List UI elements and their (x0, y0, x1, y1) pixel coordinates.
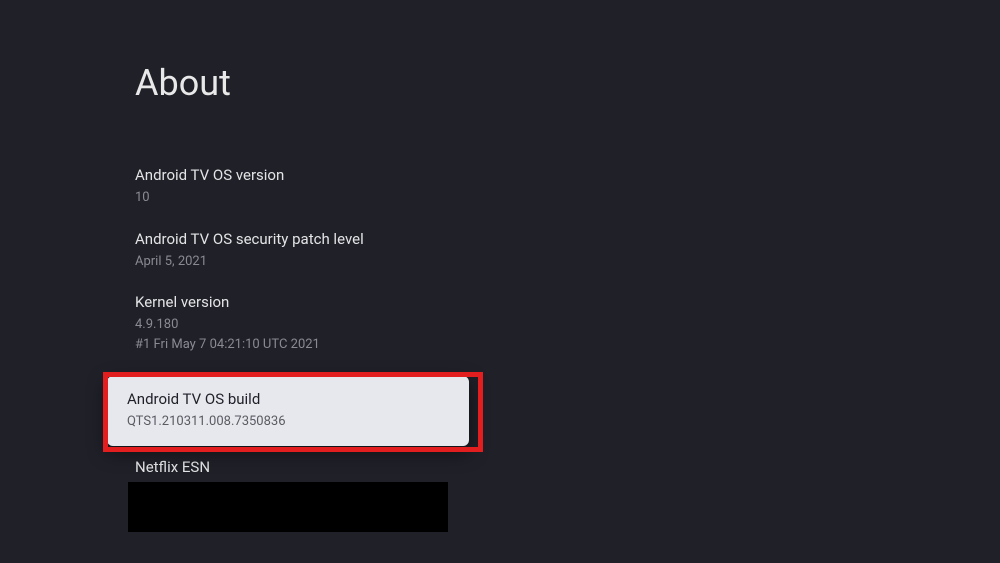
setting-label: Android TV OS build (127, 390, 449, 408)
setting-value: 10 (135, 188, 1000, 208)
about-settings-panel: About Android TV OS version 10 Android T… (0, 0, 1000, 532)
setting-value: April 5, 2021 (135, 252, 1000, 272)
setting-os-build[interactable]: Android TV OS build QTS1.210311.008.7350… (107, 376, 469, 446)
setting-os-version[interactable]: Android TV OS version 10 (135, 166, 1000, 208)
setting-label: Android TV OS version (135, 166, 1000, 184)
page-title: About (135, 62, 1000, 104)
setting-label: Kernel version (135, 293, 1000, 311)
setting-label: Android TV OS security patch level (135, 230, 1000, 248)
setting-kernel-version[interactable]: Kernel version 4.9.180 #1 Fri May 7 04:2… (135, 293, 1000, 354)
selected-highlight-wrapper: Android TV OS build QTS1.210311.008.7350… (107, 376, 1000, 446)
setting-netflix-esn-label: Netflix ESN (135, 458, 1000, 476)
setting-security-patch[interactable]: Android TV OS security patch level April… (135, 230, 1000, 272)
setting-value: 4.9.180 #1 Fri May 7 04:21:10 UTC 2021 (135, 315, 1000, 354)
netflix-esn-redacted (128, 482, 448, 532)
setting-value: QTS1.210311.008.7350836 (127, 412, 449, 432)
